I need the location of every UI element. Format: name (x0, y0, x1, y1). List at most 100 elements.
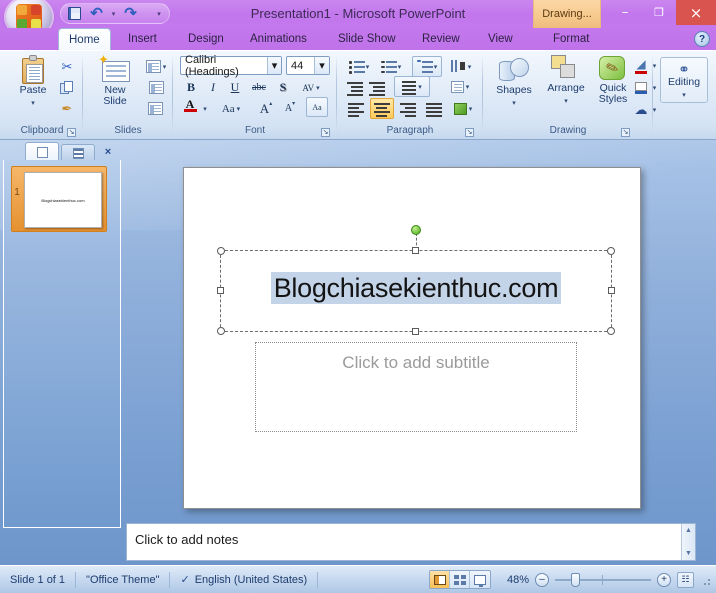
title-placeholder[interactable]: Blogchiasekienthuc.com (217, 225, 615, 335)
zoom-out-button[interactable]: – (535, 572, 549, 587)
fit-to-window-button[interactable]: ☷ (677, 571, 694, 588)
minimize-button[interactable]: – (608, 0, 642, 25)
copy-button[interactable] (56, 77, 78, 98)
italic-button[interactable]: I (202, 77, 224, 98)
cut-button[interactable]: ✂ (56, 56, 78, 77)
resize-handle-top-left[interactable] (217, 247, 225, 255)
resize-grip[interactable] (700, 575, 710, 585)
slide-sorter-button[interactable] (450, 571, 470, 588)
character-spacing-button[interactable]: AV ▾ (294, 77, 328, 98)
font-color-dropdown[interactable]: ▾ (200, 98, 210, 119)
increase-indent-button[interactable] (366, 77, 388, 98)
close-button[interactable]: × (676, 0, 716, 25)
zoom-level-label[interactable]: 48% (497, 574, 529, 586)
slide-title-text[interactable]: Blogchiasekienthuc.com (221, 272, 611, 304)
rotation-handle[interactable] (411, 225, 421, 235)
tab-review[interactable]: Review (412, 29, 470, 50)
shape-fill-button[interactable]: ◢ (632, 55, 650, 76)
notes-scrollbar[interactable]: ▲ ▼ (681, 524, 695, 560)
arrange-button[interactable]: Arrange ▾ (540, 55, 592, 106)
list-item[interactable]: 1 Blogchiasekienthuc.com (11, 166, 107, 232)
clear-formatting-button[interactable]: Aa (306, 97, 328, 117)
clipboard-dialog-launcher[interactable]: ↘ (67, 128, 76, 137)
format-painter-button[interactable]: ✒ (56, 98, 78, 119)
workspace: × 1 Blogchiasekienthuc.com Blogchiasekie… (0, 140, 716, 565)
new-slide-button[interactable]: ✦ New Slide (90, 53, 140, 107)
font-dialog-launcher[interactable]: ↘ (321, 128, 330, 137)
bold-button[interactable]: B (180, 77, 202, 98)
paste-button[interactable]: Paste ▾ (10, 55, 56, 108)
font-color-button[interactable]: A (180, 98, 200, 119)
thumbnail-list[interactable]: 1 Blogchiasekienthuc.com (3, 160, 121, 528)
shape-outline-icon (635, 81, 647, 94)
subtitle-placeholder[interactable]: Click to add subtitle (255, 342, 577, 432)
shape-fill-icon: ◢ (635, 57, 647, 74)
tab-slides[interactable] (25, 142, 59, 162)
align-center-button[interactable] (370, 98, 394, 119)
close-pane-button[interactable]: × (101, 144, 115, 159)
font-name-combo[interactable]: Calibri (Headings) ▾ (180, 54, 282, 78)
zoom-slider-thumb[interactable] (571, 572, 580, 587)
delete-slide-button[interactable]: ✕ (142, 98, 170, 119)
reset-button[interactable] (142, 77, 170, 98)
align-left-button[interactable] (344, 98, 368, 119)
shapes-button[interactable]: Shapes ▾ (488, 55, 540, 108)
convert-to-smartart-button[interactable]: ▾ (448, 98, 478, 119)
customize-qat-button[interactable]: ▾ (153, 5, 165, 23)
quick-styles-button[interactable]: ✎ Quick Styles (590, 55, 636, 105)
resize-handle-bottom-right[interactable] (607, 327, 615, 335)
columns-button[interactable]: ▾ (394, 76, 430, 97)
text-shadow-button[interactable]: S (272, 77, 294, 98)
slide-show-button[interactable] (470, 571, 490, 588)
help-icon[interactable]: ? (694, 31, 710, 47)
scroll-up-icon[interactable]: ▲ (682, 524, 695, 537)
scroll-down-icon[interactable]: ▼ (682, 547, 695, 560)
tab-view[interactable]: View (478, 29, 523, 50)
strikethrough-button[interactable]: abc (246, 77, 272, 98)
notes-pane[interactable]: Click to add notes ▲ ▼ (126, 523, 696, 561)
resize-handle-bottom-left[interactable] (217, 327, 225, 335)
line-spacing-button[interactable]: ▾ (412, 56, 442, 77)
zoom-in-button[interactable]: + (657, 572, 671, 587)
shape-effects-button[interactable]: ☁ (632, 99, 650, 120)
tab-format[interactable]: Format (543, 29, 599, 50)
resize-handle-top-center[interactable] (412, 247, 419, 254)
window-controls: – ❐ × (608, 0, 716, 28)
redo-button[interactable]: ↷ (121, 5, 140, 23)
tab-animations[interactable]: Animations (240, 29, 317, 50)
normal-view-button[interactable] (430, 571, 450, 588)
status-language[interactable]: ✓ English (United States) (170, 571, 317, 589)
status-slide-count[interactable]: Slide 1 of 1 (0, 571, 75, 589)
maximize-button[interactable]: ❐ (642, 0, 676, 25)
paragraph-dialog-launcher[interactable]: ↘ (465, 128, 474, 137)
underline-button[interactable]: U (224, 77, 246, 98)
undo-dropdown[interactable]: ▾ (109, 5, 118, 23)
shape-outline-button[interactable] (632, 77, 650, 98)
resize-handle-top-right[interactable] (607, 247, 615, 255)
tab-slide-show[interactable]: Slide Show (328, 29, 406, 50)
resize-handle-bottom-center[interactable] (412, 328, 419, 335)
justify-button[interactable] (422, 98, 446, 119)
change-case-button[interactable]: Aa ▾ (214, 98, 248, 119)
text-direction-button[interactable]: ▾ (446, 56, 476, 77)
tab-home[interactable]: Home (58, 28, 111, 51)
undo-button[interactable]: ↶ (87, 5, 106, 23)
tab-design[interactable]: Design (178, 29, 234, 50)
bullets-button[interactable]: ▾ (344, 56, 374, 77)
drawing-dialog-launcher[interactable]: ↘ (621, 128, 630, 137)
status-theme[interactable]: "Office Theme" (76, 571, 169, 589)
slide-canvas[interactable]: Blogchiasekienthuc.com Click to add subt… (183, 167, 641, 509)
decrease-indent-button[interactable] (344, 77, 366, 98)
align-right-button[interactable] (396, 98, 420, 119)
grow-font-button[interactable]: A ▴ (254, 98, 278, 119)
save-button[interactable] (65, 5, 84, 23)
zoom-slider[interactable] (555, 572, 651, 587)
shrink-font-button[interactable]: A ▾ (278, 98, 302, 119)
editing-button[interactable]: ⚭ Editing ▾ (660, 57, 708, 103)
font-size-combo[interactable]: 44 ▾ (286, 56, 330, 75)
align-text-icon (450, 80, 464, 93)
align-text-button[interactable]: ▾ (444, 76, 476, 97)
layout-button[interactable]: ▾ (142, 56, 170, 77)
numbering-button[interactable]: ▾ (376, 56, 406, 77)
tab-insert[interactable]: Insert (118, 29, 167, 50)
